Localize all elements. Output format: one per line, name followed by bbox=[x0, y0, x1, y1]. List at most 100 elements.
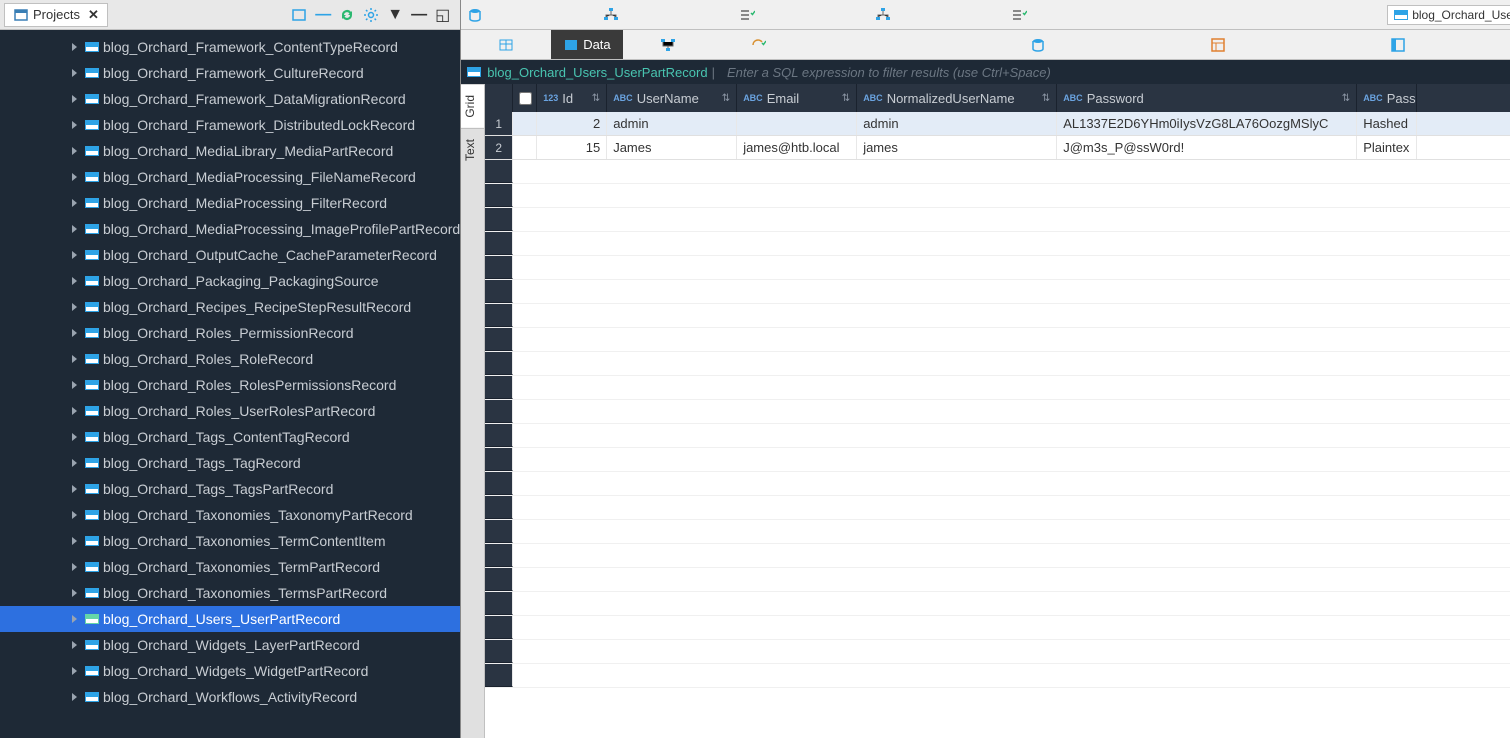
col-password[interactable]: ABCPassword⇅ bbox=[1057, 84, 1357, 112]
cell-normalized[interactable]: james bbox=[857, 136, 1057, 159]
tree-item[interactable]: blog_Orchard_OutputCache_CacheParameterR… bbox=[0, 242, 460, 268]
tree-item[interactable]: blog_Orchard_Roles_PermissionRecord bbox=[0, 320, 460, 346]
tree-item[interactable]: blog_Orchard_Taxonomies_TermsPartRecord bbox=[0, 580, 460, 606]
expand-icon[interactable] bbox=[72, 329, 77, 337]
text-tab[interactable]: Text bbox=[461, 128, 484, 171]
cell-password[interactable]: J@m3s_P@ssW0rd! bbox=[1057, 136, 1357, 159]
expand-icon[interactable] bbox=[72, 459, 77, 467]
sort-icon[interactable]: ⇅ bbox=[722, 93, 730, 104]
col-passfmt[interactable]: ABCPass bbox=[1357, 84, 1417, 112]
table-row[interactable]: 2 15 James james@htb.local james J@m3s_P… bbox=[485, 136, 1510, 160]
minimize-icon[interactable]: — bbox=[411, 6, 427, 24]
db3-icon[interactable] bbox=[1030, 37, 1046, 53]
close-icon[interactable]: ✕ bbox=[88, 7, 99, 23]
tree-item[interactable]: blog_Orchard_Taxonomies_TermPartRecord bbox=[0, 554, 460, 580]
tree-item[interactable]: blog_Orchard_Taxonomies_TaxonomyPartReco… bbox=[0, 502, 460, 528]
cell-id[interactable]: 15 bbox=[537, 136, 607, 159]
cell-normalized[interactable]: admin bbox=[857, 112, 1057, 135]
tree-item[interactable]: blog_Orchard_Roles_RolesPermissionsRecor… bbox=[0, 372, 460, 398]
cell-id[interactable]: 2 bbox=[537, 112, 607, 135]
tree-item[interactable]: blog_Orchard_Widgets_LayerPartRecord bbox=[0, 632, 460, 658]
schema2-icon[interactable] bbox=[875, 7, 891, 23]
sort-icon[interactable]: ⇅ bbox=[592, 93, 600, 104]
expand-icon[interactable] bbox=[72, 693, 77, 701]
schema-icon[interactable] bbox=[603, 7, 619, 23]
expand-icon[interactable] bbox=[72, 589, 77, 597]
col-email[interactable]: ABCEmail⇅ bbox=[737, 84, 857, 112]
expand-icon[interactable] bbox=[72, 303, 77, 311]
expand-icon[interactable] bbox=[72, 225, 77, 233]
refresh2-icon[interactable] bbox=[750, 37, 766, 53]
cell-username[interactable]: admin bbox=[607, 112, 737, 135]
tree-item[interactable]: blog_Orchard_Taxonomies_TermContentItem bbox=[0, 528, 460, 554]
col-rownum[interactable] bbox=[485, 84, 513, 112]
tree-item[interactable]: blog_Orchard_Workflows_ActivityRecord bbox=[0, 684, 460, 710]
tree-item[interactable]: blog_Orchard_Framework_DistributedLockRe… bbox=[0, 112, 460, 138]
er-icon[interactable] bbox=[660, 37, 676, 53]
panel-icon[interactable] bbox=[1390, 37, 1406, 53]
tree-item[interactable]: blog_Orchard_Tags_TagRecord bbox=[0, 450, 460, 476]
tree-item[interactable]: blog_Orchard_MediaProcessing_FileNameRec… bbox=[0, 164, 460, 190]
expand-icon[interactable] bbox=[72, 173, 77, 181]
tree-item[interactable]: blog_Orchard_MediaProcessing_FilterRecor… bbox=[0, 190, 460, 216]
cell-email[interactable] bbox=[737, 112, 857, 135]
table-row[interactable]: 1 2 admin admin AL1337E2D6YHm0iIysVzG8LA… bbox=[485, 112, 1510, 136]
col-username[interactable]: ABCUserName⇅ bbox=[607, 84, 737, 112]
tree-item[interactable]: blog_Orchard_MediaProcessing_ImageProfil… bbox=[0, 216, 460, 242]
sort-icon[interactable]: ⇅ bbox=[1342, 93, 1350, 104]
expand-icon[interactable] bbox=[72, 381, 77, 389]
tree-item[interactable]: blog_Orchard_Framework_DataMigrationReco… bbox=[0, 86, 460, 112]
data-grid[interactable]: 123Id⇅ ABCUserName⇅ ABCEmail⇅ ABCNormali… bbox=[485, 84, 1510, 738]
tree-item[interactable]: blog_Orchard_Packaging_PackagingSource bbox=[0, 268, 460, 294]
select-all-checkbox[interactable] bbox=[519, 92, 532, 105]
cell-password[interactable]: AL1337E2D6YHm0iIysVzG8LA76OozgMSlyC bbox=[1057, 112, 1357, 135]
check-list2-icon[interactable] bbox=[1011, 7, 1027, 23]
expand-icon[interactable] bbox=[72, 641, 77, 649]
check-list-icon[interactable] bbox=[739, 7, 755, 23]
maximize-icon[interactable]: ◱ bbox=[435, 5, 450, 25]
expand-icon[interactable] bbox=[72, 511, 77, 519]
expand-icon[interactable] bbox=[72, 355, 77, 363]
tree-item[interactable]: blog_Orchard_MediaLibrary_MediaPartRecor… bbox=[0, 138, 460, 164]
grid-icon[interactable] bbox=[498, 37, 514, 53]
expand-icon[interactable] bbox=[72, 147, 77, 155]
expand-icon[interactable] bbox=[72, 199, 77, 207]
row-checkbox-cell[interactable] bbox=[513, 112, 537, 135]
col-id[interactable]: 123Id⇅ bbox=[537, 84, 607, 112]
tree-item[interactable]: blog_Orchard_Roles_UserRolesPartRecord bbox=[0, 398, 460, 424]
editor-tab[interactable]: blog_Orchard_Users_ ✕ bbox=[1387, 5, 1510, 25]
grid-tab[interactable]: Grid bbox=[461, 84, 484, 128]
refresh-icon[interactable] bbox=[339, 7, 355, 23]
row-number[interactable]: 1 bbox=[485, 112, 513, 135]
expand-icon[interactable] bbox=[72, 95, 77, 103]
expand-icon[interactable] bbox=[72, 69, 77, 77]
cell-passfmt[interactable]: Hashed bbox=[1357, 112, 1417, 135]
expand-icon[interactable] bbox=[72, 433, 77, 441]
tree-item[interactable]: blog_Orchard_Widgets_WidgetPartRecord bbox=[0, 658, 460, 684]
tree-item[interactable]: blog_Orchard_Framework_CultureRecord bbox=[0, 60, 460, 86]
tree-item[interactable]: blog_Orchard_Tags_ContentTagRecord bbox=[0, 424, 460, 450]
col-checkbox[interactable] bbox=[513, 84, 537, 112]
expand-icon[interactable] bbox=[72, 563, 77, 571]
data-tab-button[interactable]: Data bbox=[551, 30, 622, 59]
gear-icon[interactable] bbox=[363, 7, 379, 23]
col-normalized[interactable]: ABCNormalizedUserName⇅ bbox=[857, 84, 1057, 112]
expand-icon[interactable] bbox=[72, 615, 77, 623]
row-checkbox-cell[interactable] bbox=[513, 136, 537, 159]
expand-icon[interactable] bbox=[72, 667, 77, 675]
expand-icon[interactable] bbox=[72, 43, 77, 51]
sort-icon[interactable]: ⇅ bbox=[1042, 93, 1050, 104]
window-icon[interactable] bbox=[291, 7, 307, 23]
tree-item[interactable]: blog_Orchard_Framework_ContentTypeRecord bbox=[0, 34, 460, 60]
cell-passfmt[interactable]: Plaintex bbox=[1357, 136, 1417, 159]
projects-tree[interactable]: blog_Orchard_Framework_ContentTypeRecord… bbox=[0, 30, 460, 738]
row-number[interactable]: 2 bbox=[485, 136, 513, 159]
tree-item[interactable]: blog_Orchard_Roles_RoleRecord bbox=[0, 346, 460, 372]
expand-icon[interactable] bbox=[72, 251, 77, 259]
cell-email[interactable]: james@htb.local bbox=[737, 136, 857, 159]
layout-icon[interactable] bbox=[1210, 37, 1226, 53]
tree-item[interactable]: blog_Orchard_Recipes_RecipeStepResultRec… bbox=[0, 294, 460, 320]
expand-icon[interactable] bbox=[72, 277, 77, 285]
expand-icon[interactable] bbox=[72, 485, 77, 493]
sort-icon[interactable]: ⇅ bbox=[842, 93, 850, 104]
